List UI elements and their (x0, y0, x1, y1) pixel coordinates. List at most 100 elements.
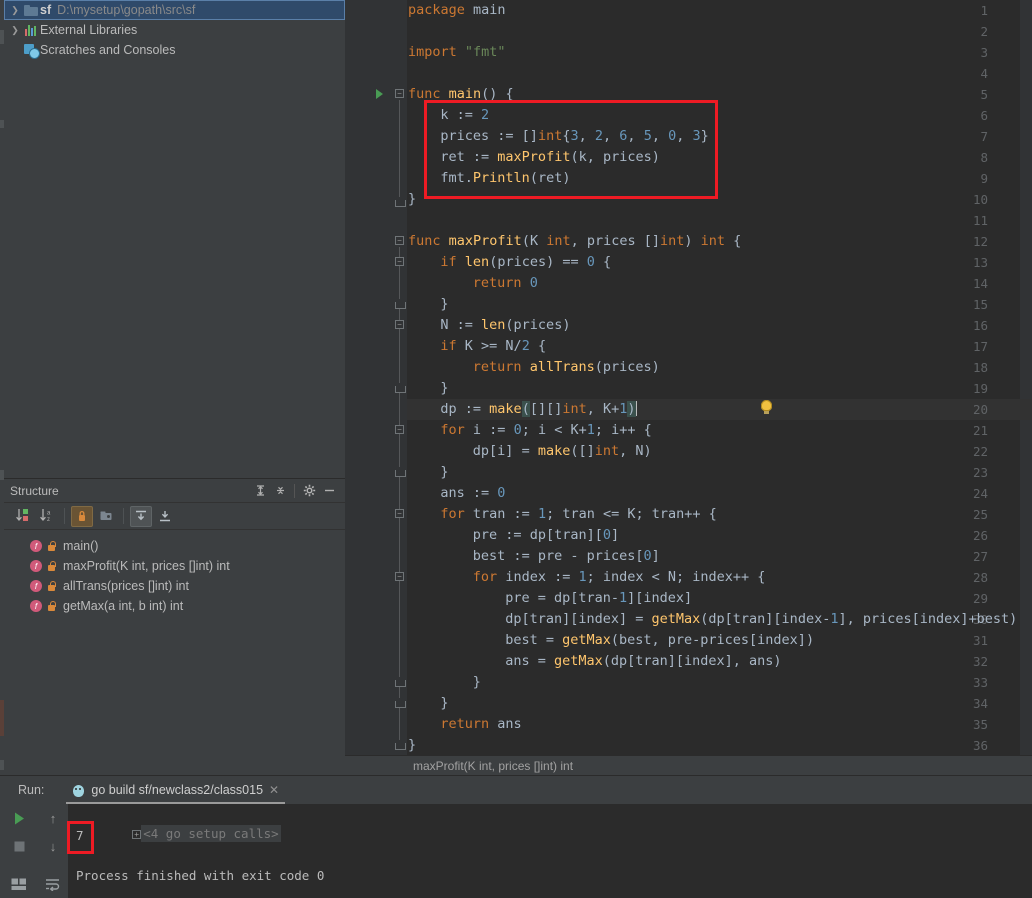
code-text[interactable]: package main import "fmt" func main() {k :… (407, 0, 1032, 755)
code-line[interactable]: if K >= N/2 { (440, 336, 546, 357)
code-token: K >= N/ (456, 338, 522, 354)
show-non-public-icon[interactable] (71, 505, 93, 527)
code-line[interactable]: dp[i] = make([]int, N) (473, 441, 652, 462)
code-line[interactable]: } (440, 462, 448, 483)
stop-button[interactable] (0, 832, 38, 860)
code-line[interactable]: if len(prices) == 0 { (440, 252, 611, 273)
code-line[interactable]: func maxProfit(K int, prices []int) int … (408, 231, 741, 252)
code-token: 0 (497, 485, 506, 501)
go-gopher-icon (72, 783, 85, 797)
console-folded-row[interactable]: + <4 go setup calls> (72, 804, 281, 842)
fold-collapse-icon[interactable]: − (395, 320, 404, 329)
fold-collapse-icon[interactable]: − (395, 425, 404, 434)
code-line[interactable]: ans := 0 (440, 483, 505, 504)
code-line[interactable]: N := len(prices) (440, 315, 570, 336)
sort-by-visibility-icon[interactable] (12, 506, 34, 527)
close-icon[interactable]: ✕ (269, 783, 279, 797)
code-token: main (464, 2, 506, 18)
chevron-right-icon[interactable]: ❯ (8, 0, 22, 20)
fold-end-icon[interactable] (395, 383, 406, 393)
collapse-all-icon[interactable] (270, 481, 290, 501)
code-line[interactable]: fmt.Println(ret) (440, 168, 570, 189)
structure-item-label: allTrans(prices []int) int (63, 579, 189, 593)
code-line[interactable]: } (408, 189, 416, 210)
fold-end-icon[interactable] (395, 197, 406, 207)
scroll-up-button[interactable]: ↑ (38, 804, 68, 832)
code-token: 2 (594, 128, 604, 144)
fold-end-icon[interactable] (395, 299, 406, 309)
run-console-output[interactable]: + <4 go setup calls> 7 Process finished w… (68, 804, 1032, 898)
code-line[interactable]: } (440, 294, 448, 315)
code-token: 1 (537, 506, 547, 522)
code-line[interactable]: prices := []int{3, 2, 6, 5, 0, 3} (440, 126, 708, 147)
code-token: (best, pre-prices[index]) (610, 632, 815, 648)
code-line[interactable]: package main (408, 0, 506, 21)
fold-end-icon[interactable] (395, 467, 406, 477)
structure-item[interactable]: f getMax(a int, b int) int (4, 596, 345, 616)
code-token: 0 (668, 128, 677, 144)
code-line[interactable]: } (440, 378, 448, 399)
code-line[interactable]: } (473, 672, 481, 693)
code-line[interactable]: best = getMax(best, pre-prices[index]) (505, 630, 814, 651)
function-icon: f (30, 540, 42, 552)
structure-item[interactable]: f maxProfit(K int, prices []int) int (4, 556, 345, 576)
show-imported-icon[interactable] (154, 506, 176, 527)
code-line[interactable]: import "fmt" (408, 42, 506, 63)
sort-alphabetically-icon[interactable]: a z (36, 506, 58, 527)
fold-collapse-icon[interactable]: − (395, 89, 404, 98)
scroll-down-button[interactable]: ↓ (38, 832, 68, 860)
code-line[interactable]: k := 2 (440, 105, 489, 126)
soft-wrap-button[interactable] (38, 870, 68, 898)
code-line[interactable]: for index := 1; index < N; index++ { (473, 567, 766, 588)
gear-icon[interactable] (299, 481, 319, 501)
run-side-toolbar (0, 804, 38, 898)
code-line[interactable]: best := pre - prices[0] (473, 546, 660, 567)
show-inherited-icon[interactable] (130, 505, 152, 527)
run-gutter-icon[interactable] (376, 89, 383, 99)
code-editor[interactable]: 1 2 3 4 5 6 7 8 9 10 11 12 13 14 15 16 17 18 19 20 21 22 23 24 2… (345, 0, 1032, 755)
fold-collapse-icon[interactable]: − (395, 236, 404, 245)
code-token: (prices) (505, 317, 571, 333)
fold-collapse-icon[interactable]: − (395, 509, 404, 518)
code-line[interactable]: for i := 0; i < K+1; i++ { (440, 420, 651, 441)
intention-bulb-icon[interactable] (761, 400, 772, 414)
code-line[interactable]: ans = getMax(dp[tran][index], ans) (505, 651, 781, 672)
code-line[interactable]: func main() { (408, 84, 514, 105)
show-fields-icon[interactable] (95, 506, 117, 527)
tree-item-scratches[interactable]: ❯ Scratches and Consoles (4, 40, 345, 60)
rerun-button[interactable] (0, 804, 38, 832)
code-token: { (594, 254, 612, 270)
expand-fold-icon[interactable]: + (132, 830, 142, 839)
code-token: 0 (586, 254, 595, 270)
expand-all-icon[interactable] (250, 481, 270, 501)
structure-item[interactable]: f allTrans(prices []int) int (4, 576, 345, 596)
chevron-right-icon[interactable]: ❯ (8, 20, 22, 40)
hide-panel-icon[interactable] (319, 481, 339, 501)
lock-icon (47, 560, 56, 572)
code-line[interactable]: } (408, 735, 416, 755)
editor-gutter[interactable] (345, 0, 407, 755)
fold-collapse-icon[interactable]: − (395, 257, 404, 266)
tree-item-external-libraries[interactable]: ❯ External Libraries (4, 20, 345, 40)
code-line[interactable]: pre := dp[tran][0] (473, 525, 619, 546)
code-line[interactable]: for tran := 1; tran <= K; tran++ { (440, 504, 716, 525)
code-line[interactable]: dp := make([][]int, K+1) (440, 399, 637, 420)
editor-breadcrumb[interactable]: maxProfit(K int, prices []int) int (345, 755, 1032, 775)
code-line[interactable]: dp[tran][index] = getMax(dp[tran][index-… (505, 609, 1017, 630)
fold-collapse-icon[interactable]: − (395, 572, 404, 581)
fold-end-icon[interactable] (395, 677, 406, 687)
code-line[interactable]: ret := maxProfit(k, prices) (440, 147, 659, 168)
fold-guide (399, 100, 400, 206)
console-folded-label: <4 go setup calls> (141, 825, 281, 842)
tree-item-sf[interactable]: ❯ sf D:\mysetup\gopath\src\sf (4, 0, 345, 20)
code-line[interactable]: return allTrans(prices) (473, 357, 660, 378)
fold-end-icon[interactable] (395, 698, 406, 708)
code-line[interactable]: return 0 (473, 273, 538, 294)
run-tab[interactable]: go build sf/newclass2/class015 ✕ (66, 776, 285, 804)
code-line[interactable]: return ans (440, 714, 521, 735)
layout-button[interactable] (0, 870, 38, 898)
code-line[interactable]: } (440, 693, 448, 714)
structure-item[interactable]: f main() (4, 536, 345, 556)
code-line[interactable]: pre = dp[tran-1][index] (505, 588, 692, 609)
fold-end-icon[interactable] (395, 740, 406, 750)
